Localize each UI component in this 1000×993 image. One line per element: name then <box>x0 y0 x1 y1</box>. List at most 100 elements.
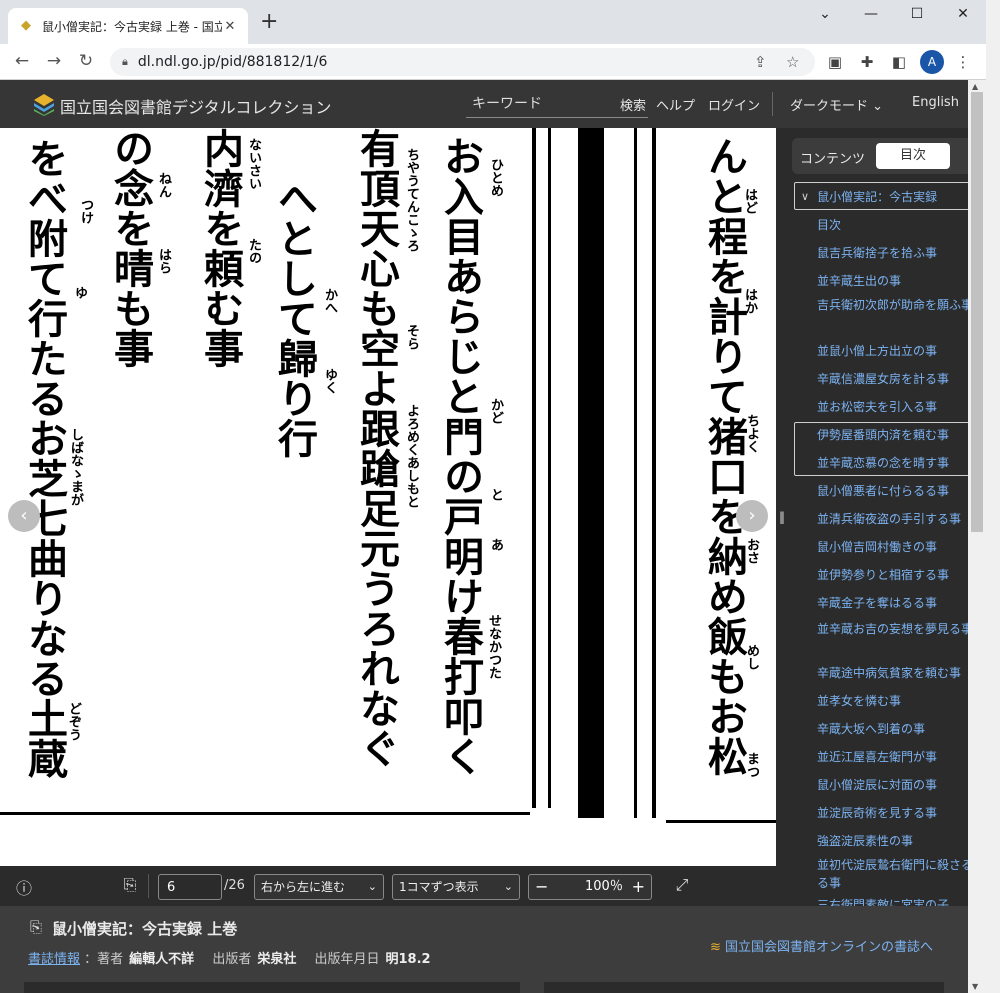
bookmark-outline-icon[interactable]: ⎘ <box>30 918 42 936</box>
direction-select[interactable]: 右から左に進む ⌄ <box>254 874 384 900</box>
toc-item[interactable]: 辛蔵途中病気貧家を頼む事 <box>817 664 968 682</box>
page-image-viewer[interactable]: んと程を計りて猪口を納め飯もお松 お入目あらじと門の戸明け春打叩く 有頂天心も空… <box>0 128 776 866</box>
toc-item[interactable]: 並清兵衛夜盗の手引する事 <box>817 510 968 528</box>
side-panel-icon[interactable]: ◧ <box>888 53 910 71</box>
browser-tab-bar: ◆ 鼠小僧実記：今古実録 上巻 - 国立 ✕ + ⌄ — ☐ ✕ <box>0 0 1000 44</box>
toc-item[interactable]: 強盗淀辰素性の事 <box>817 832 968 850</box>
text-column-5: 内濟を頼む事 <box>197 128 244 368</box>
viewer-toolbar: ⓘ ⎘ /26 右から左に進む ⌄ 1コマずつ表示 ⌄ − 100％ + ⤢ <box>0 866 776 906</box>
toc-item[interactable]: 辛蔵金子を奪はるる事 <box>817 594 968 612</box>
toc-item[interactable]: 鼠小僧吉岡村働きの事 <box>817 538 968 556</box>
toc-item[interactable]: 並鼠小僧上方出立の事 <box>817 342 968 360</box>
tab-toc[interactable]: 目次 <box>876 143 950 169</box>
ndl-logo-icon[interactable] <box>32 92 56 116</box>
next-page-arrow-icon[interactable]: › <box>736 500 768 532</box>
chevron-down-icon: ⌄ <box>872 99 884 114</box>
ruby-text: ないさい <box>246 138 261 190</box>
bookmark-icon[interactable]: ⎘ <box>120 875 140 895</box>
tab-search-chevron-icon[interactable]: ⌄ <box>810 6 840 22</box>
scrollbar-thumb[interactable] <box>971 92 983 532</box>
ruby-text: ひとめ <box>488 158 503 197</box>
toc-item[interactable]: 並お松密夫を引入る事 <box>817 398 968 416</box>
browser-menu-icon[interactable]: ⋮ <box>952 53 974 71</box>
toc-item[interactable]: 並辛蔵生出の事 <box>817 272 968 290</box>
profile-avatar[interactable]: A <box>920 50 944 74</box>
ruby-text: あ <box>488 538 503 551</box>
close-tab-icon[interactable]: ✕ <box>222 19 238 34</box>
toc-item[interactable]: 鼠吉兵衛捨子を拾ふ事 <box>817 244 968 262</box>
zoom-in-icon[interactable]: + <box>632 875 645 899</box>
ruby-text: めし <box>744 644 759 670</box>
toc-item[interactable]: 伊勢屋番頭内済を頼む事 <box>817 426 968 444</box>
toc-item[interactable]: 辛蔵大坂へ到着の事 <box>817 720 968 738</box>
forward-icon[interactable]: → <box>42 52 66 70</box>
scroll-down-icon[interactable]: ▼ <box>972 982 978 991</box>
site-title[interactable]: 国立国会図書館デジタルコレクション <box>60 94 331 118</box>
help-link[interactable]: ヘルプ <box>656 95 695 114</box>
toc-item[interactable]: 並近江屋喜左衛門が事 <box>817 748 968 766</box>
toc-item[interactable]: 辛蔵信濃屋女房を計る事 <box>817 370 968 388</box>
toc-item[interactable]: 鼠小僧淀辰に対面の事 <box>817 776 968 794</box>
author-key: ：著者 <box>84 952 124 967</box>
new-tab-icon[interactable]: + <box>260 11 278 33</box>
bookmark-star-icon[interactable]: ☆ <box>786 53 799 71</box>
help-circle-icon[interactable]: ⓘ <box>14 875 34 899</box>
contents-panel: コンテンツ 目次 目 ∨ 鼠小僧実記：今古実録 目次 鼠吉兵衛捨子を拾ふ事 並辛… <box>788 128 968 906</box>
toc-item[interactable]: 並孝女を憐む事 <box>817 692 968 710</box>
login-link[interactable]: ログイン <box>708 95 760 114</box>
darkmode-toggle[interactable]: ダークモード ⌄ <box>790 95 883 114</box>
url-text: dl.ndl.go.jp/pid/881812/1/6 <box>137 54 328 70</box>
text-column-4: へとして歸り行 <box>271 178 318 458</box>
ndl-online-link[interactable]: ≋ 国立国会図書館オンラインの書誌へ <box>710 936 933 955</box>
page-gutter-bar <box>578 128 604 818</box>
toc-item[interactable]: 並淀辰奇術を見する事 <box>817 804 968 822</box>
zoom-out-icon[interactable]: − <box>535 875 548 899</box>
zoom-control: − 100％ + <box>528 874 652 900</box>
toc-item[interactable]: 並辛蔵恋慕の念を晴す事 <box>817 454 968 472</box>
window-close-icon[interactable]: ✕ <box>948 6 978 22</box>
direction-select-label: 右から左に進む <box>261 880 346 894</box>
extensions-icon[interactable]: ✚ <box>856 53 878 71</box>
reading-mode-icon[interactable]: ▣ <box>824 53 846 71</box>
ruby-text: よろめくあしもと <box>404 404 419 508</box>
author-value: 編輯人不詳 <box>129 952 195 967</box>
ruby-text: ねん <box>156 172 171 198</box>
language-link[interactable]: English <box>912 95 959 110</box>
toc-item[interactable]: 並辛蔵お吉の妄想を夢見る事 <box>817 620 968 638</box>
minimize-icon[interactable]: — <box>856 6 886 22</box>
toc-root-item[interactable]: ∨ 鼠小僧実記：今古実録 <box>794 182 968 210</box>
toc-item[interactable]: 並伊勢参りと相宿する事 <box>817 566 968 584</box>
display-mode-select[interactable]: 1コマずつ表示 ⌄ <box>392 874 520 900</box>
back-icon[interactable]: ← <box>10 52 34 70</box>
reload-icon[interactable]: ↻ <box>74 52 98 70</box>
page-number-input[interactable] <box>158 874 222 900</box>
biblio-info-link[interactable]: 書誌情報 <box>28 952 80 967</box>
publisher-value: 栄泉社 <box>257 952 297 967</box>
toc-item[interactable]: 並初代淀辰鷙右衛門に殺さるる事 <box>817 856 968 892</box>
toc-item[interactable]: 吉兵衛初次郎が助命を願ふ事 <box>817 296 968 314</box>
ruby-text: はか <box>742 288 757 314</box>
prev-page-arrow-icon[interactable]: ‹ <box>8 500 40 532</box>
toc-item[interactable]: 三右衛門素敵に宮実の子 <box>817 896 968 906</box>
maximize-icon[interactable]: ☐ <box>902 6 932 22</box>
tab-contents[interactable]: コンテンツ <box>800 148 865 167</box>
lock-icon: 🔒︎ <box>122 55 128 68</box>
ruby-text: たの <box>246 238 261 264</box>
panel-resize-handle[interactable]: ‖ <box>776 128 788 906</box>
scroll-up-icon[interactable]: ▲ <box>972 82 978 91</box>
search-button[interactable]: 検索 <box>620 95 646 114</box>
page-rule-line <box>548 128 551 808</box>
book-metadata: 書誌情報 ：著者 編輯人不詳 出版者 栄泉社 出版年月日 明18.2 <box>28 948 445 967</box>
page-scrollbar[interactable]: ▲ ▼ <box>968 80 986 993</box>
ruby-text: まつ <box>744 752 759 778</box>
browser-tab[interactable]: ◆ 鼠小僧実記：今古実録 上巻 - 国立 ✕ <box>8 8 248 44</box>
share-icon[interactable]: ⇪ <box>754 53 767 71</box>
toc-root-label: 鼠小僧実記：今古実録 <box>817 189 938 204</box>
toc-item[interactable]: 鼠小僧悪者に付らるる事 <box>817 482 968 500</box>
address-bar[interactable]: 🔒︎ dl.ndl.go.jp/pid/881812/1/6 ⇪ ☆ <box>110 48 815 76</box>
display-mode-label: 1コマずつ表示 <box>399 880 479 894</box>
ndl-stack-icon: ≋ <box>710 940 721 955</box>
fullscreen-icon[interactable]: ⤢ <box>672 875 692 895</box>
ruby-text: ゆ <box>72 286 87 299</box>
toc-item[interactable]: 目次 <box>817 216 968 234</box>
